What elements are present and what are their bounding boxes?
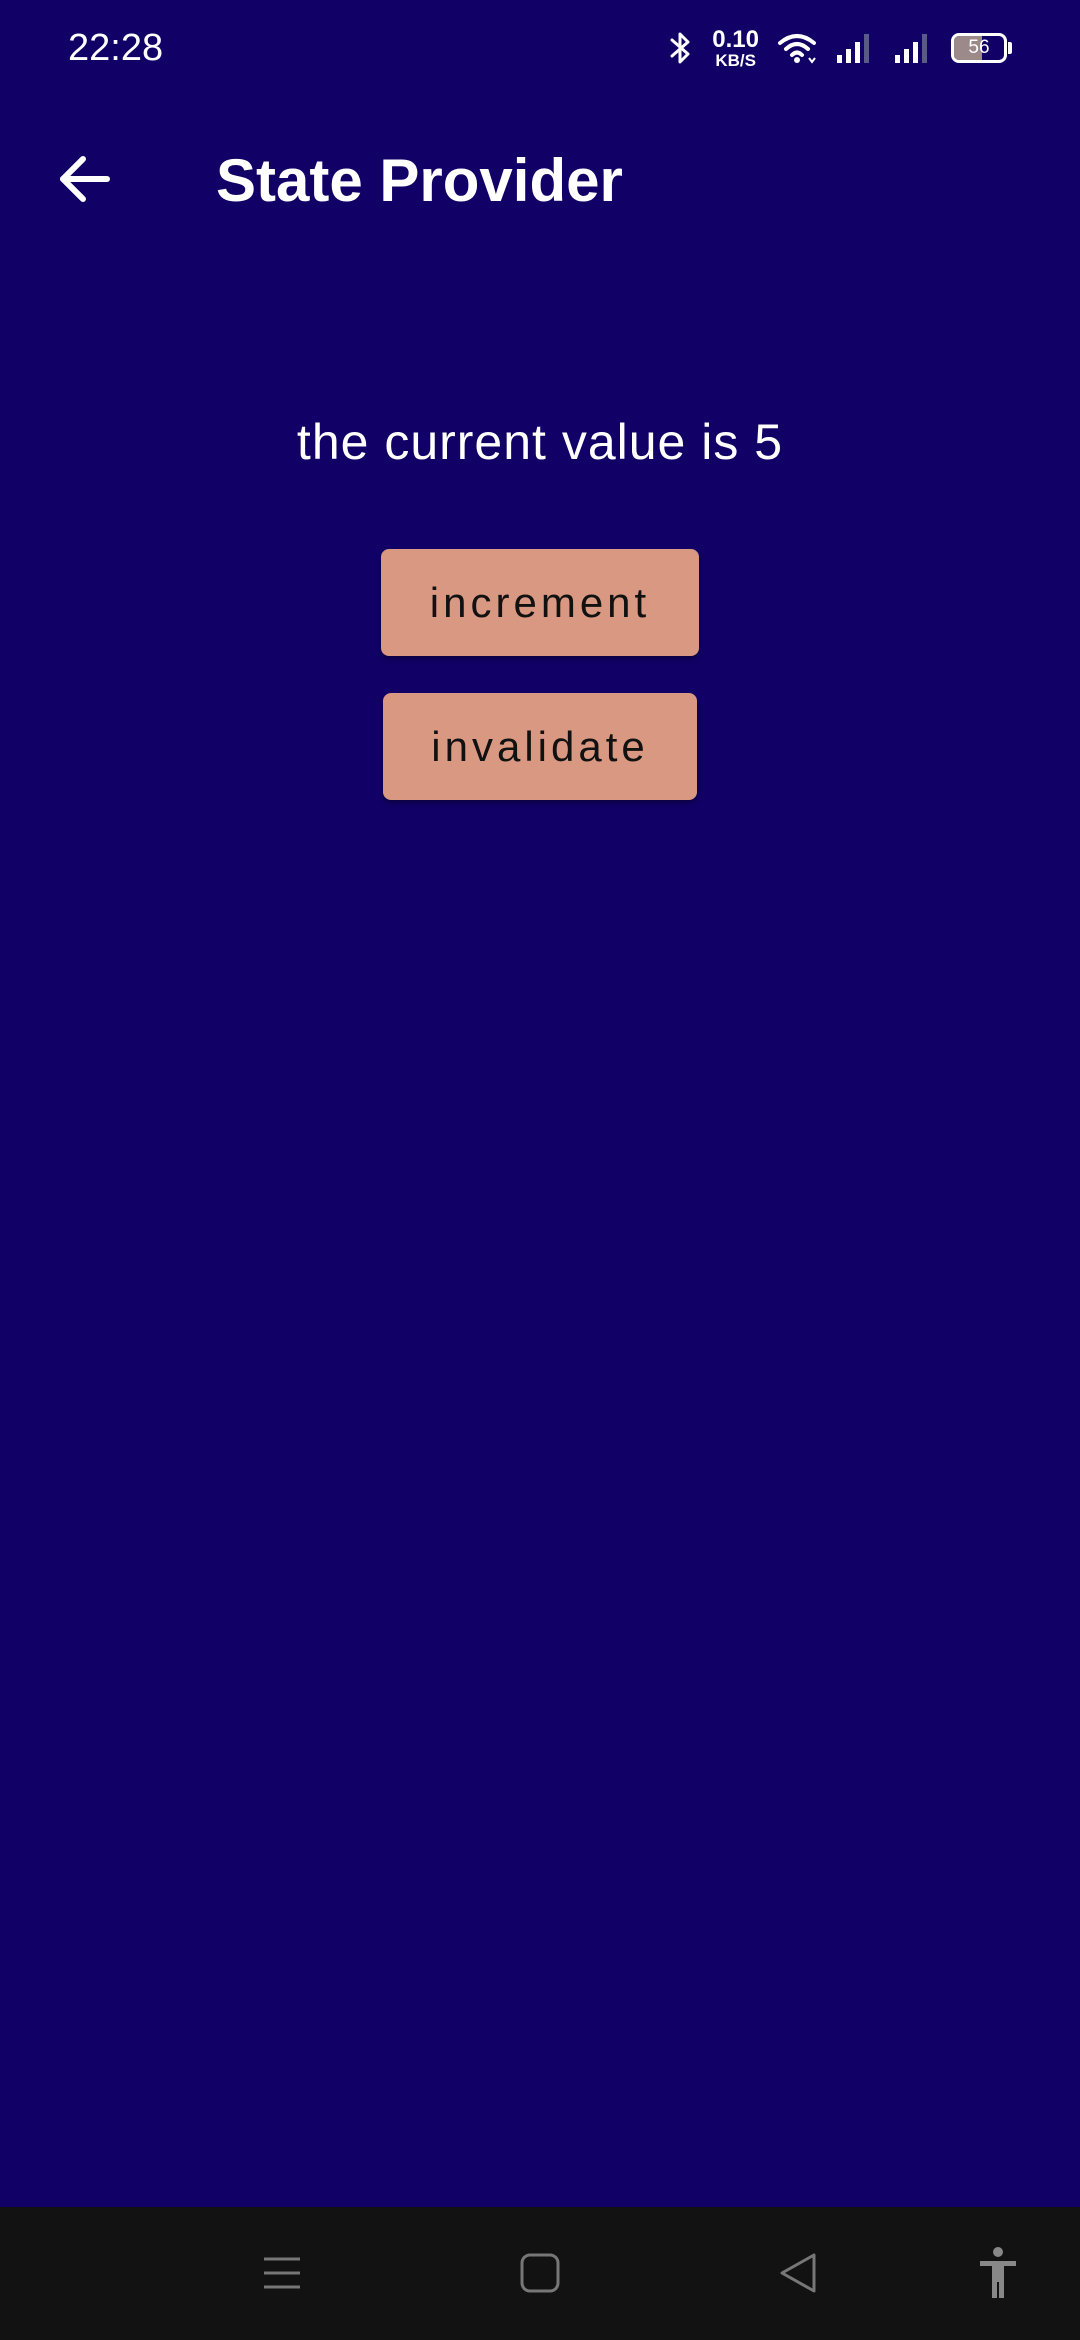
battery-body: 56 bbox=[951, 33, 1007, 63]
bluetooth-icon bbox=[668, 30, 694, 66]
net-speed-unit: KB/S bbox=[715, 50, 756, 70]
accessibility-icon[interactable] bbox=[966, 2241, 1030, 2305]
back-icon[interactable] bbox=[766, 2241, 830, 2305]
current-value-text: the current value is 5 bbox=[296, 414, 784, 470]
battery-icon: 56 bbox=[951, 33, 1012, 63]
wifi-icon bbox=[777, 31, 817, 65]
net-speed: 0.10 KB/S bbox=[712, 25, 759, 70]
signal-1-icon bbox=[835, 31, 875, 65]
invalidate-button[interactable]: invalidate bbox=[383, 693, 697, 800]
page-title: State Provider bbox=[216, 147, 623, 214]
menu-icon[interactable] bbox=[250, 2241, 314, 2305]
back-button[interactable] bbox=[40, 136, 130, 226]
navigation-bar bbox=[0, 2207, 1080, 2340]
increment-button[interactable]: increment bbox=[381, 549, 699, 656]
status-icons: 0.10 KB/S 56 bbox=[668, 24, 1012, 72]
battery-level: 56 bbox=[968, 37, 990, 58]
net-speed-value: 0.10 bbox=[712, 25, 759, 53]
home-icon[interactable] bbox=[508, 2241, 572, 2305]
battery-cap bbox=[1008, 42, 1012, 54]
signal-2-icon bbox=[893, 31, 933, 65]
arrow-left-icon bbox=[57, 151, 113, 212]
status-time: 22:28 bbox=[68, 27, 164, 69]
app-bar: State Provider bbox=[0, 96, 1080, 266]
status-bar: 22:28 0.10 KB/S 56 bbox=[0, 0, 1080, 96]
